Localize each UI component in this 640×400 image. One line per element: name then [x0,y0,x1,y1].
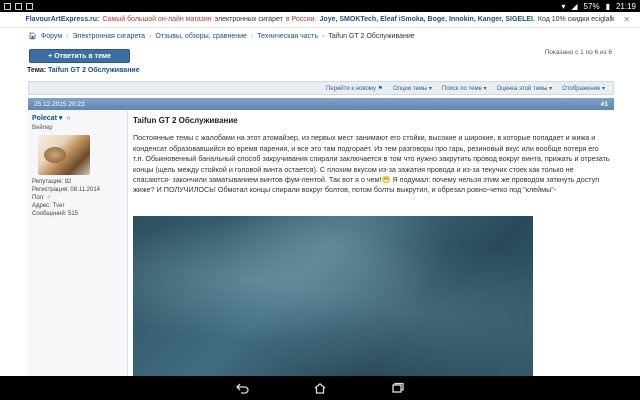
author-gender: Пол: ♂ [32,195,51,201]
status-bar: ▾ ◢ 57% ▮ 21:19 [0,0,640,12]
battery-icon: ▮ [605,1,610,11]
breadcrumb-separator: › [321,32,325,40]
avatar[interactable] [38,135,90,175]
clock: 21:19 [615,1,636,11]
display-mode-menu[interactable]: Отображение ▾ [562,85,605,92]
author-address: Адрес: Тver [32,203,65,209]
pagination-info: Показано с 1 по 6 из 6 [544,49,612,56]
breadcrumb-separator: › [250,32,254,40]
rate-thread-menu[interactable]: Оценка этой темы ▾ [497,85,553,92]
notification-icon [4,2,11,10]
post-image[interactable] [133,216,533,376]
breadcrumb-current: Taifun GT 2 Обслуживание [328,32,415,40]
author-name[interactable]: Polecat ▾ ○ [32,114,123,123]
breadcrumb: 🏠︎ Форум › Электронная сигарета › Отзывы… [28,32,415,41]
breadcrumb-item[interactable]: Электронная сигарета [73,33,146,40]
recent-apps-icon[interactable] [390,381,406,395]
banner-site[interactable]: FlavourArtExpress.ru: [25,16,99,23]
author-title: Вейпер [32,125,53,131]
breadcrumb-separator: › [66,32,69,40]
banner-tagline: Самый большой он-лайн магазин [102,16,212,23]
notification-icon [26,2,33,10]
post-date: 25.12.2015 20:23 [34,100,85,108]
post-title: Taifun GT 2 Обслуживание [133,116,238,125]
wifi-icon: ▾ [561,1,566,11]
topic-heading: Тема: Taifun GT 2 Обслуживание [27,67,140,74]
post-body: Постоянные темы с жалобами на этот атома… [133,133,610,195]
online-status-icon: ○ [66,114,71,122]
banner-country: в России. [285,16,317,23]
close-icon[interactable]: ✕ [623,15,630,24]
breadcrumb-separator: › [149,32,152,40]
signal-icon: ◢ [571,1,578,11]
topic-link[interactable]: Taifun GT 2 Обслуживание [48,67,140,74]
author-messages: Сообщений: 515 [32,211,79,217]
author-reputation: Репутация: 82 [32,179,72,185]
go-to-new-link[interactable]: Перейти к новому ⚑ [326,85,383,92]
notification-icon [15,2,22,10]
author-name-text[interactable]: Polecat ▾ [32,114,62,122]
breadcrumb-item[interactable]: Отзывы, обзоры, сравнение [155,33,247,40]
android-nav-bar [0,376,640,400]
battery-level: 57% [583,1,600,11]
ad-banner[interactable]: FlavourArtExpress.ru: Самый большой он-л… [0,12,640,28]
thread-toolbar: Перейти к новому ⚑ Опции темы ▾ Поиск по… [28,81,614,95]
thread-options-menu[interactable]: Опции темы ▾ [393,85,432,92]
reply-button[interactable]: + Ответить в теме [29,49,130,63]
banner-promo: Код 10% скидки eciglalk [537,16,615,23]
author-sidebar: Polecat ▾ ○ Вейпер Репутация: 82 Регистр… [28,110,128,376]
author-registered: Регистрация: 08.11.2014 [32,187,100,193]
home-icon[interactable]: 🏠︎ [28,32,37,40]
home-icon[interactable] [312,381,328,395]
post-header: 25.12.2015 20:23 #1 [28,98,614,110]
breadcrumb-item[interactable]: Техническая часть [257,33,318,40]
back-icon[interactable] [234,381,250,395]
banner-brands: Joye, SMOKTech, Eleaf iSmoka, Boge, Inno… [319,16,535,23]
banner-middle: электронных сигарет [214,16,283,23]
post-number[interactable]: #1 [601,101,608,108]
topic-label: Тема: [27,67,47,74]
breadcrumb-item[interactable]: Форум [41,33,62,40]
search-thread-menu[interactable]: Поиск по теме ▾ [442,85,487,92]
